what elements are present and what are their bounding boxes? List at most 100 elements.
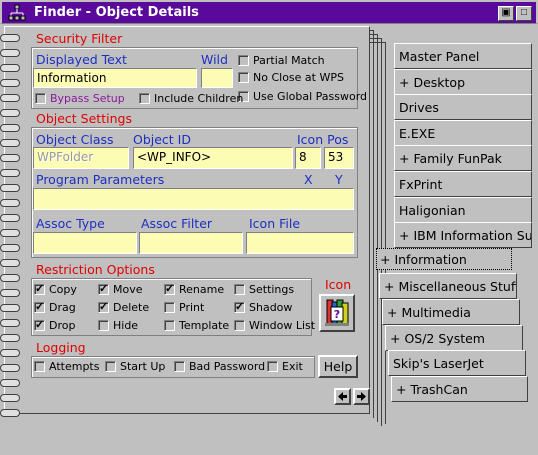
folder-tree-icon[interactable] [8,4,26,22]
x-label: X [304,172,313,187]
icon-pos-label: Icon Pos [297,132,349,147]
prev-arrow-icon[interactable] [334,388,351,405]
spiral-ring [0,259,20,267]
spiral-ring [0,379,20,387]
program-parameters-input[interactable] [33,188,354,210]
spiral-ring [0,34,20,42]
drag-label: Drag [49,301,76,314]
icon-file-input[interactable] [246,232,354,254]
maximize-icon[interactable]: □ [516,6,532,21]
spiral-ring [0,124,20,132]
tab-fxprint[interactable]: FxPrint [394,171,532,197]
hide-checkbox[interactable] [98,320,109,331]
include-children-checkbox[interactable] [139,93,150,104]
spiral-ring [0,214,20,222]
delete-label: Delete [113,301,150,314]
icon-x-input[interactable]: 8 [295,147,321,169]
spiral-ring [0,334,20,342]
spiral-ring [0,289,20,297]
help-button[interactable]: Help [318,355,358,378]
spiral-ring [0,154,20,162]
spiral-ring [0,394,20,402]
drop-label: Drop [49,319,76,332]
spiral-ring [0,199,20,207]
exit-checkbox[interactable] [267,361,278,372]
spiral-ring [0,184,20,192]
icon-preview-button[interactable]: ? [319,294,355,332]
drag-checkbox[interactable]: ✓ [34,302,45,313]
bad-password-checkbox[interactable] [174,361,185,372]
hide-label: Hide [113,319,139,332]
wild-input[interactable] [201,68,233,88]
assoc-type-label: Assoc Type [36,216,105,231]
attempts-checkbox[interactable] [34,361,45,372]
partial-match-checkbox[interactable] [238,55,249,66]
template-label: Template [179,319,230,332]
start-up-label: Start Up [120,360,166,373]
settings-checkbox[interactable] [234,284,245,295]
tab-e-exe[interactable]: E.EXE [394,119,532,146]
tab-miscellaneous-stuff[interactable]: + Miscellaneous Stuff [379,273,517,300]
icon-preview-label: Icon [325,277,352,292]
tab-multimedia[interactable]: + Multimedia [382,299,520,325]
partial-match-label: Partial Match [253,54,325,67]
icon-y-input[interactable]: 53 [324,147,354,169]
rename-checkbox[interactable]: ✓ [164,284,175,295]
move-label: Move [113,283,143,296]
spiral-ring [0,64,20,72]
object-class-label: Object Class [36,132,114,147]
displayed-text-input[interactable]: Information [33,68,197,88]
tab-family-funpak[interactable]: + Family FunPak [394,145,532,172]
folder-info-icon: ? [325,299,349,326]
move-checkbox[interactable]: ✓ [98,284,109,295]
tab-desktop[interactable]: + Desktop [394,68,532,95]
spiral-ring [0,94,20,102]
rename-label: Rename [179,283,225,296]
template-checkbox[interactable] [164,320,175,331]
no-close-label: No Close at WPS [253,71,344,84]
settings-label: Settings [249,283,295,296]
tab-trashcan[interactable]: + TrashCan [391,375,528,402]
print-checkbox[interactable] [164,302,175,313]
bad-password-label: Bad Password [189,360,266,373]
spiral-ring [0,139,20,147]
spiral-ring [0,79,20,87]
tab-os-2-system[interactable]: + OS/2 System [385,324,523,351]
spiral-ring [0,274,20,282]
tab-drives[interactable]: Drives [394,94,532,121]
no-close-checkbox[interactable] [238,72,249,83]
shadow-checkbox[interactable]: ✓ [234,302,245,313]
tab-master-panel[interactable]: Master Panel [394,43,532,69]
copy-label: Copy [49,283,77,296]
assoc-type-input[interactable] [33,232,137,254]
delete-checkbox[interactable]: ✓ [98,302,109,313]
bypass-setup-label: Bypass Setup [50,92,125,105]
program-parameters-label: Program Parameters [36,172,165,187]
spiral-ring [0,169,20,177]
svg-text:?: ? [334,308,340,321]
start-up-checkbox[interactable] [105,361,116,372]
copy-checkbox[interactable]: ✓ [34,284,45,295]
include-children-label: Include Children [154,92,244,105]
tab-skip-s-laserjet[interactable]: Skip's LaserJet [388,350,526,377]
y-label: Y [335,172,343,187]
exit-label: Exit [282,360,303,373]
tab-haligonian[interactable]: Haligonian [394,196,532,223]
spiral-ring [0,304,20,312]
object-id-input[interactable]: <WP_INFO> [133,147,293,169]
tab-ibm-information-sup[interactable]: + IBM Information Sup [394,222,532,249]
object-class-input[interactable]: WPFolder [33,147,129,169]
shadow-label: Shadow [249,301,293,314]
title-bar[interactable]: Finder - Object Details ▣ □ [0,0,538,24]
tab-information[interactable]: + Information [376,247,512,270]
window-list-checkbox[interactable] [234,320,245,331]
spiral-ring [0,364,20,372]
spiral-ring [0,244,20,252]
wild-label: Wild [201,52,228,67]
next-arrow-icon[interactable] [353,388,370,405]
drop-checkbox[interactable]: ✓ [34,320,45,331]
bypass-setup-checkbox[interactable] [35,93,46,104]
restore-icon[interactable]: ▣ [498,6,514,21]
icon-file-label: Icon File [249,216,301,231]
assoc-filter-input[interactable] [139,232,243,254]
